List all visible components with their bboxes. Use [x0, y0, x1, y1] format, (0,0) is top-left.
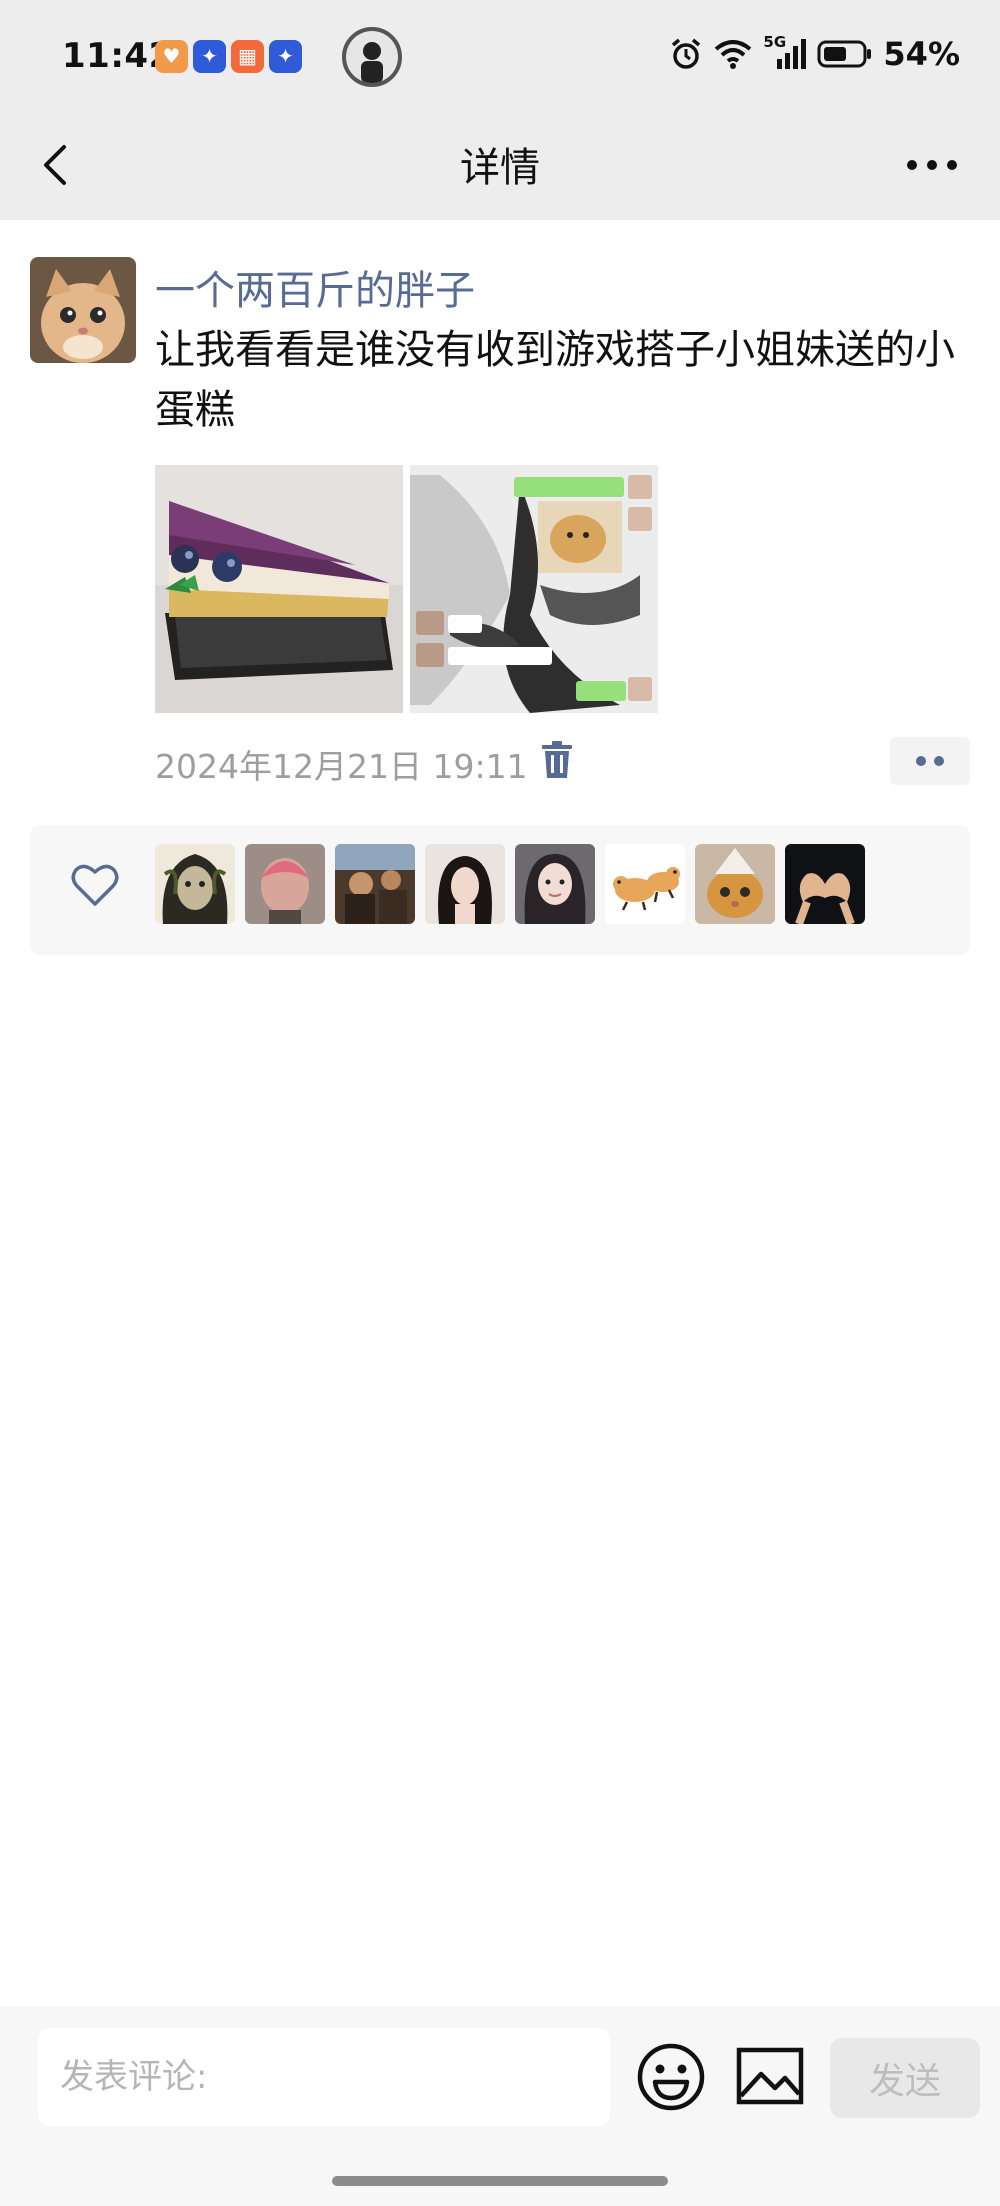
alarm-icon [672, 38, 701, 69]
home-indicator[interactable] [332, 2176, 668, 2186]
liker-avatar[interactable] [425, 844, 505, 924]
battery-percentage: 54% [883, 35, 960, 73]
liker-avatar[interactable] [785, 844, 865, 924]
liker-avatar[interactable] [515, 844, 595, 924]
comment-bar: 发送 [0, 2006, 1000, 2206]
heart-icon [71, 864, 119, 906]
comment-like-menu-button[interactable] [890, 737, 970, 785]
post-photo-chat-screenshot[interactable] [410, 465, 658, 713]
post-timestamp: 2024年12月21日 19:11 [155, 747, 528, 786]
status-icons: 5G 54% [669, 33, 960, 74]
liker-avatar[interactable] [335, 844, 415, 924]
liker-avatar[interactable] [155, 844, 235, 924]
page-title: 详情 [460, 145, 540, 191]
top-bar: 11:42 ♥ ✦ ▦ ✦ 5G 54% 详情 [0, 0, 1000, 220]
star-app-icon-2: ✦ [269, 40, 302, 73]
liker-avatar[interactable] [605, 844, 685, 924]
send-button[interactable]: 发送 [830, 2038, 980, 2118]
comment-input[interactable] [38, 2028, 610, 2126]
post-photo-cake[interactable] [155, 465, 403, 713]
grid-app-icon: ▦ [231, 40, 264, 73]
delete-trash-icon[interactable] [540, 740, 574, 780]
more-options-icon[interactable] [904, 145, 960, 185]
status-bar: 11:42 ♥ ✦ ▦ ✦ 5G 54% [0, 0, 1000, 115]
post-text: 让我看看是谁没有收到游戏搭子小姐妹送的小蛋糕 [155, 327, 955, 433]
likes-panel [30, 825, 970, 955]
author-name[interactable]: 一个两百斤的胖子 [155, 258, 475, 316]
star-app-icon: ✦ [193, 40, 226, 73]
image-icon[interactable] [735, 2046, 805, 2106]
nav-bar: 详情 [0, 115, 1000, 220]
author-avatar[interactable] [30, 257, 136, 363]
liker-avatar[interactable] [245, 844, 325, 924]
wifi-icon [715, 40, 752, 69]
battery-icon [817, 40, 872, 68]
emoji-icon[interactable] [636, 2042, 706, 2112]
liker-avatar[interactable] [695, 844, 775, 924]
floating-avatar[interactable] [342, 27, 402, 87]
heart-app-icon: ♥ [155, 40, 188, 73]
signal-icon: 5G [763, 33, 807, 71]
